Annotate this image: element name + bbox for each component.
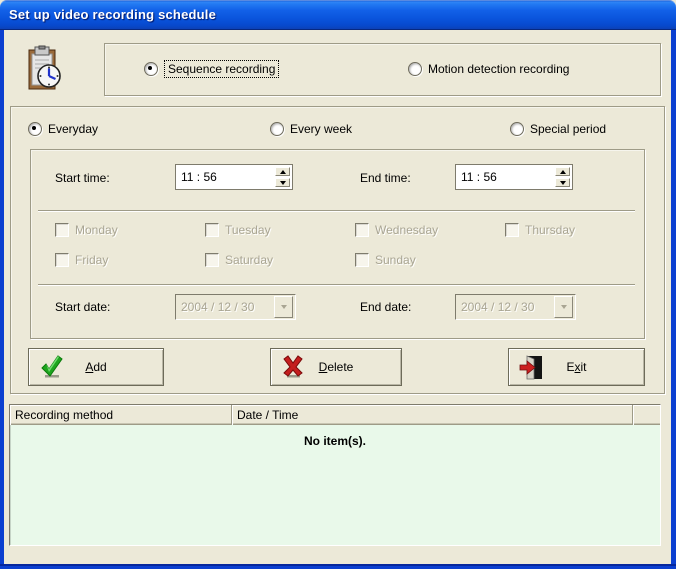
chevron-down-icon: [281, 305, 287, 309]
start-time-label: Start time:: [55, 171, 110, 185]
checkbox-label: Friday: [75, 253, 108, 267]
start-time-spinner: [175, 164, 293, 190]
arrow-up-icon: [560, 170, 566, 174]
start-date-combo: 2004 / 12 / 30: [175, 294, 296, 320]
checkbox-icon: [205, 223, 219, 237]
start-date-label: Start date:: [55, 300, 110, 314]
column-header-date-time[interactable]: Date / Time: [232, 405, 633, 425]
dialog-window: Set up video recording schedule Sequence…: [0, 0, 676, 569]
exit-button[interactable]: Exit: [508, 348, 645, 386]
start-time-spin-buttons: [273, 165, 292, 189]
radio-label: Sequence recording: [164, 60, 279, 78]
radio-button-icon: [270, 122, 284, 136]
checkbox-label: Thursday: [525, 223, 575, 237]
dropdown-button: [554, 296, 573, 318]
end-date-combo: 2004 / 12 / 30: [455, 294, 576, 320]
end-time-spin-buttons: [553, 165, 572, 189]
checkbox-label: Tuesday: [225, 223, 271, 237]
checkbox-icon: [355, 223, 369, 237]
radio-button-icon: [28, 122, 42, 136]
end-time-input[interactable]: [456, 165, 553, 189]
radio-special-period[interactable]: Special period: [510, 121, 606, 137]
checkbox-icon: [505, 223, 519, 237]
add-button[interactable]: Add: [28, 348, 164, 386]
exit-button-label: Exit: [566, 360, 586, 374]
delete-button[interactable]: Delete: [270, 348, 402, 386]
add-button-label: Add: [85, 360, 106, 374]
end-date-value: 2004 / 12 / 30: [456, 300, 554, 314]
red-x-icon: [280, 354, 307, 381]
checkbox-icon: [355, 253, 369, 267]
start-date-value: 2004 / 12 / 30: [176, 300, 274, 314]
list-header: Recording method Date / Time: [10, 405, 660, 425]
schedule-list[interactable]: Recording method Date / Time No item(s).: [9, 404, 661, 546]
checkbox-monday: Monday: [55, 222, 118, 238]
green-check-icon: [38, 354, 65, 381]
arrow-down-icon: [280, 181, 286, 185]
spin-up-button[interactable]: [275, 167, 290, 176]
clipboard-clock-icon: [22, 45, 66, 93]
radio-label: Special period: [530, 122, 606, 136]
spin-down-button[interactable]: [555, 178, 570, 187]
radio-button-icon: [510, 122, 524, 136]
end-date-label: End date:: [360, 300, 411, 314]
checkbox-icon: [205, 253, 219, 267]
window-border-bottom: [0, 564, 676, 569]
radio-every-week[interactable]: Every week: [270, 121, 352, 137]
radio-motion-detection-recording[interactable]: Motion detection recording: [408, 61, 569, 77]
arrow-down-icon: [560, 181, 566, 185]
chevron-down-icon: [561, 305, 567, 309]
dropdown-button: [274, 296, 293, 318]
radio-button-icon: [408, 62, 422, 76]
window-title: Set up video recording schedule: [9, 7, 216, 22]
window-border-left: [0, 30, 4, 569]
radio-button-icon: [144, 62, 158, 76]
radio-label: Everyday: [48, 122, 98, 136]
radio-sequence-recording[interactable]: Sequence recording: [144, 61, 279, 77]
start-time-input[interactable]: [176, 165, 273, 189]
checkbox-icon: [55, 223, 69, 237]
checkbox-wednesday: Wednesday: [355, 222, 438, 238]
separator: [38, 284, 635, 286]
column-header-recording-method[interactable]: Recording method: [10, 405, 232, 425]
checkbox-tuesday: Tuesday: [205, 222, 271, 238]
delete-button-label: Delete: [319, 360, 354, 374]
checkbox-label: Monday: [75, 223, 118, 237]
radio-label: Every week: [290, 122, 352, 136]
exit-door-icon: [518, 354, 545, 381]
checkbox-saturday: Saturday: [205, 252, 273, 268]
checkbox-icon: [55, 253, 69, 267]
checkbox-label: Wednesday: [375, 223, 438, 237]
column-header-spacer: [633, 405, 660, 425]
empty-list-message: No item(s).: [10, 434, 660, 448]
checkbox-label: Sunday: [375, 253, 416, 267]
checkbox-friday: Friday: [55, 252, 108, 268]
spin-up-button[interactable]: [555, 167, 570, 176]
titlebar[interactable]: Set up video recording schedule: [0, 0, 676, 30]
window-border-right: [671, 30, 676, 569]
end-time-label: End time:: [360, 171, 411, 185]
arrow-up-icon: [280, 170, 286, 174]
end-time-spinner: [455, 164, 573, 190]
checkbox-label: Saturday: [225, 253, 273, 267]
separator: [38, 210, 635, 212]
checkbox-thursday: Thursday: [505, 222, 575, 238]
spin-down-button[interactable]: [275, 178, 290, 187]
radio-label: Motion detection recording: [428, 62, 569, 76]
checkbox-sunday: Sunday: [355, 252, 416, 268]
radio-everyday[interactable]: Everyday: [28, 121, 98, 137]
